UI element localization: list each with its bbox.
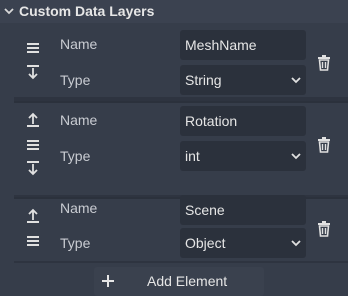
- type-label: Type: [60, 72, 91, 88]
- name-label: Name: [60, 112, 98, 128]
- type-dropdown[interactable]: Object: [180, 228, 306, 258]
- add-element-button[interactable]: Add Element: [94, 267, 264, 296]
- drag-handle-icon[interactable]: [24, 232, 42, 250]
- drag-handle-icon[interactable]: [24, 39, 42, 57]
- list-item: Name Rotation Type int: [14, 101, 348, 195]
- trash-icon[interactable]: [316, 220, 332, 238]
- dropdown-arrow-icon: [291, 240, 301, 247]
- move-down-icon[interactable]: [24, 159, 42, 177]
- type-label: Type: [60, 148, 91, 164]
- type-value: String: [185, 72, 222, 88]
- add-element-label: Add Element: [147, 273, 228, 289]
- trash-icon[interactable]: [316, 136, 332, 154]
- name-label: Name: [60, 36, 98, 52]
- name-field[interactable]: MeshName: [180, 30, 306, 60]
- list-item: Name Scene Type Object: [14, 195, 348, 261]
- trash-icon[interactable]: [316, 54, 332, 72]
- custom-data-layers-header[interactable]: Custom Data Layers: [0, 0, 348, 23]
- dropdown-arrow-icon: [291, 153, 301, 160]
- name-field[interactable]: Rotation: [180, 106, 306, 136]
- dropdown-arrow-icon: [291, 77, 301, 84]
- move-up-icon[interactable]: [24, 111, 42, 129]
- type-dropdown[interactable]: String: [180, 65, 306, 95]
- type-value: int: [185, 148, 200, 164]
- name-label: Name: [60, 200, 98, 216]
- drag-handle-icon[interactable]: [24, 136, 42, 154]
- type-label: Type: [60, 235, 91, 251]
- move-up-icon[interactable]: [24, 207, 42, 225]
- section-title: Custom Data Layers: [19, 3, 155, 19]
- name-field[interactable]: Scene: [180, 195, 306, 225]
- list-item: Name MeshName Type String: [14, 27, 348, 97]
- plus-icon: [102, 275, 114, 287]
- layers-list: Name MeshName Type String Name Rotation …: [14, 27, 348, 263]
- chevron-down-icon: [4, 8, 14, 15]
- type-value: Object: [185, 235, 226, 251]
- type-dropdown[interactable]: int: [180, 141, 306, 171]
- move-down-icon[interactable]: [24, 63, 42, 81]
